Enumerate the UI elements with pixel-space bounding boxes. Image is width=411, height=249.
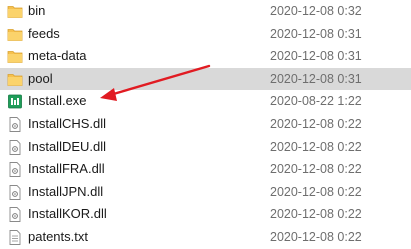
- dll-file-icon: [9, 207, 21, 223]
- file-date: 2020-12-08 0:31: [270, 26, 362, 41]
- file-row-pool[interactable]: pool 2020-12-08 0:31: [0, 67, 411, 91]
- folder-icon: [7, 28, 23, 41]
- dll-file-icon: [9, 139, 21, 155]
- file-date: 2020-08-22 1:22: [270, 94, 362, 109]
- file-name: Install.exe: [28, 93, 87, 109]
- folder-icon: [7, 6, 23, 18]
- file-name: pool: [28, 70, 53, 86]
- dll-file-icon: [9, 162, 21, 178]
- file-date: 2020-12-08 0:22: [270, 116, 362, 131]
- installer-app-icon: [8, 94, 22, 109]
- file-date: 2020-12-08 0:22: [270, 139, 362, 154]
- dll-file-icon: [9, 117, 21, 132]
- file-date: 2020-12-08 0:32: [270, 4, 362, 18]
- file-name: feeds: [28, 25, 60, 41]
- file-name: InstallDEU.dll: [28, 138, 107, 154]
- file-row-feeds[interactable]: feeds 2020-12-08 0:31: [0, 23, 411, 46]
- file-name: InstallJPN.dll: [28, 183, 104, 199]
- file-name: meta-data: [28, 48, 87, 64]
- file-name: InstallFRA.dll: [28, 161, 105, 177]
- file-name: patents.txt: [28, 228, 88, 244]
- text-file-icon: [9, 229, 21, 245]
- file-date: 2020-12-08 0:22: [270, 229, 362, 244]
- dll-file-icon: [9, 184, 21, 200]
- file-name: InstallCHS.dll: [28, 115, 107, 131]
- file-date: 2020-12-08 0:31: [270, 71, 362, 86]
- file-row-installjpn-dll[interactable]: InstallJPN.dll 2020-12-08 0:22: [0, 181, 411, 204]
- file-list: bin 2020-12-08 0:32 feeds 2020-12-08 0:3…: [0, 0, 411, 249]
- file-row-install-exe[interactable]: Install.exe 2020-08-22 1:22: [0, 90, 411, 113]
- folder-icon: [7, 51, 23, 64]
- file-date: 2020-12-08 0:31: [270, 49, 362, 64]
- file-row-installchs-dll[interactable]: InstallCHS.dll 2020-12-08 0:22: [0, 113, 411, 136]
- file-date: 2020-12-08 0:22: [270, 184, 362, 199]
- file-date: 2020-12-08 0:22: [270, 162, 362, 177]
- folder-icon: [7, 73, 23, 86]
- file-row-bin[interactable]: bin 2020-12-08 0:32: [0, 0, 411, 23]
- file-row-patents-txt[interactable]: patents.txt 2020-12-08 0:22: [0, 226, 411, 249]
- file-row-installdeu-dll[interactable]: InstallDEU.dll 2020-12-08 0:22: [0, 136, 411, 159]
- file-row-meta-data[interactable]: meta-data 2020-12-08 0:31: [0, 45, 411, 68]
- file-row-installfra-dll[interactable]: InstallFRA.dll 2020-12-08 0:22: [0, 158, 411, 181]
- file-name: InstallKOR.dll: [28, 206, 107, 222]
- file-row-installkor-dll[interactable]: InstallKOR.dll 2020-12-08 0:22: [0, 203, 411, 226]
- file-name: bin: [28, 3, 46, 18]
- file-date: 2020-12-08 0:22: [270, 207, 362, 222]
